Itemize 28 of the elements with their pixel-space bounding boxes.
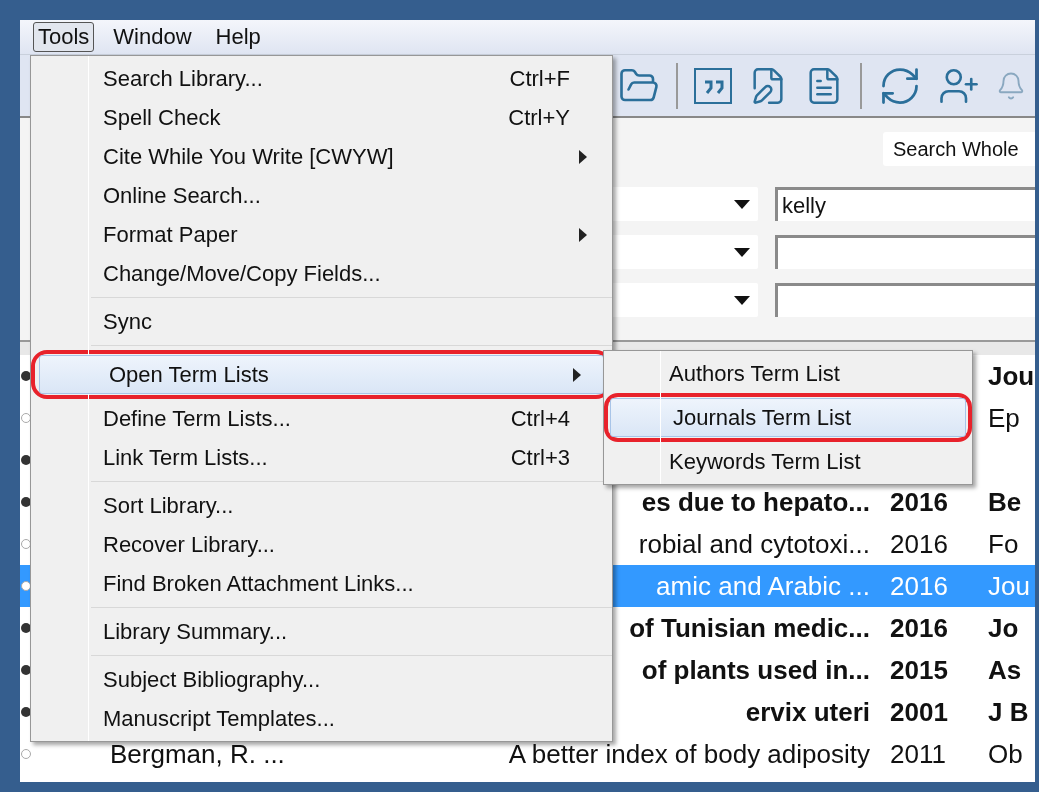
year-cell: 2016 xyxy=(890,612,948,643)
title-cell-text: es due to hepato... xyxy=(641,485,870,519)
title-cell-text: amic and Arabic ... xyxy=(656,569,870,603)
year-cell: 2016 xyxy=(890,486,948,517)
shortcut-label: Ctrl+F xyxy=(509,65,570,93)
shortcut-label: Ctrl+3 xyxy=(510,444,570,472)
year-cell: 2016 xyxy=(890,570,948,601)
year-cell: 2016 xyxy=(890,528,948,559)
author-cell: Bergman, R. ... xyxy=(110,738,285,769)
journal-cell: Jou xyxy=(988,570,1030,601)
journal-cell: Jo xyxy=(988,612,1019,643)
title-cell-text: ervix uteri xyxy=(745,695,870,729)
shortcut-label: Ctrl+Y xyxy=(508,104,570,132)
journal-cell: As xyxy=(988,654,1022,685)
journal-cell: Fo xyxy=(988,528,1019,559)
title-cell-text: robial and cytotoxi... xyxy=(638,527,870,561)
journal-cell: Be xyxy=(988,486,1022,517)
title-cell-text: A better index of body adiposity xyxy=(508,737,870,771)
title-cell-text: of Tunisian medic... xyxy=(629,611,870,645)
year-cell: 2015 xyxy=(890,654,948,685)
year-cell: 2011 xyxy=(890,738,946,769)
shortcut-label: Ctrl+4 xyxy=(510,405,570,433)
year-cell: 2001 xyxy=(890,696,948,727)
title-cell-text: of plants used in... xyxy=(641,653,870,687)
journal-cell: Ep xyxy=(988,402,1020,433)
journal-cell: J B xyxy=(988,696,1029,727)
journal-cell: Jou xyxy=(988,360,1035,391)
journal-cell: Ob xyxy=(988,738,1023,769)
